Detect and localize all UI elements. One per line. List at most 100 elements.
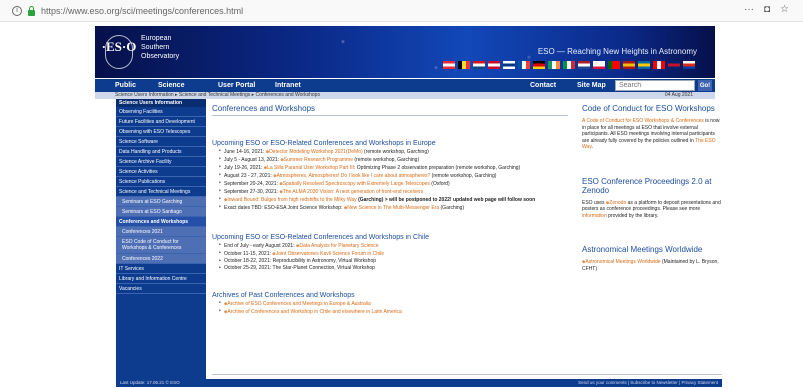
browser-url-bar[interactable]: i https://www.eso.org/sci/meetings/confe… — [0, 0, 803, 22]
sidebar-item[interactable]: Science Archive Facility — [116, 157, 206, 167]
nav-site-map[interactable]: Site Map — [577, 82, 606, 89]
main-content: Conferences and Workshops Upcoming ESO o… — [212, 104, 574, 316]
coc-end: . — [591, 144, 593, 150]
item-text: Exact dates TBD: ESO-ESA Joint Science W… — [224, 205, 344, 211]
language-flag-icon[interactable] — [503, 61, 515, 69]
sidebar-item[interactable]: Conferences 2022 — [116, 254, 206, 264]
nav-public[interactable]: Public — [115, 82, 136, 89]
bookmark-star-icon[interactable]: ☆ — [780, 4, 789, 15]
sidebar-item[interactable]: Science Publications — [116, 177, 206, 187]
item-link[interactable]: Spatially Resolved Spectroscopy with Ext… — [283, 181, 430, 187]
language-flag-icon[interactable] — [593, 61, 605, 69]
sidebar-item[interactable]: Conferences 2021 — [116, 227, 206, 237]
nav-intranet[interactable]: Intranet — [275, 82, 301, 89]
item-link[interactable]: New Science in The Multi-Messenger Era — [347, 205, 439, 211]
item-text: October 25-29, 2021: The Star-Planet Con… — [224, 265, 375, 271]
language-flag-icon[interactable] — [488, 61, 500, 69]
astro-title: Astronomical Meetings Worldwide — [582, 245, 703, 254]
language-flag-icon[interactable] — [548, 61, 560, 69]
sidebar-item[interactable]: Future Facilities and Development — [116, 117, 206, 127]
sidebar-item[interactable]: Conferences and Workshops — [116, 217, 206, 227]
language-flag-icon[interactable] — [623, 61, 635, 69]
page-title: Conferences and Workshops — [212, 104, 568, 116]
item-link[interactable]: La Silla Paranal User Workshop Part III — [267, 165, 354, 171]
item-link[interactable]: Summer Research Programme — [284, 157, 353, 163]
sidebar-item[interactable]: Data Handling and Products — [116, 147, 206, 157]
astro-link[interactable]: Astronomical Meetings Worldwide — [585, 259, 660, 265]
coc-title: Code of Conduct for ESO Workshops — [582, 104, 715, 113]
zenodo-end: provided by the library. — [606, 212, 659, 219]
zenodo-link[interactable]: Zenodo — [609, 200, 626, 206]
item-link[interactable]: Archive of Conferences and Workshop in C… — [227, 309, 401, 315]
chile-list-item: October 11-15, 2021: ⊕Joint Observatorie… — [219, 250, 574, 258]
breadcrumb-path[interactable]: Science Users Information ▸ Science and … — [115, 92, 320, 98]
logo-text: ·ES·O — [101, 39, 137, 54]
nav-user-portal[interactable]: User Portal — [218, 82, 255, 89]
url-text[interactable]: https://www.eso.org/sci/meetings/confere… — [41, 6, 243, 16]
info-icon[interactable]: i — [12, 5, 22, 16]
sidebar-item[interactable]: Seminars at ESO Santiago — [116, 207, 206, 217]
item-link[interactable]: Joint Observatories Kavli Science Forum … — [276, 251, 384, 257]
sidebar-item[interactable]: Seminars at ESO Garching — [116, 197, 206, 207]
sidebar-item[interactable]: Science Activities — [116, 167, 206, 177]
europe-list-item: June 14-16, 2021: ⊕Detector Modeling Wor… — [219, 148, 574, 156]
language-flag-icon[interactable] — [563, 61, 575, 69]
item-text: October 18-22, 2021: Reproducibility in … — [224, 258, 377, 264]
sidebar-item[interactable]: Science Software — [116, 137, 206, 147]
zenodo-text: ESO uses ⊕Zenodo as a platform to deposi… — [582, 200, 722, 220]
item-link[interactable]: The ALMA 2030 Vision: A next generation … — [283, 189, 424, 195]
nav-science[interactable]: Science — [158, 82, 184, 89]
top-navigation: Public Science User Portal Intranet Cont… — [95, 79, 715, 92]
search-input[interactable] — [615, 80, 695, 91]
item-link[interactable]: Archive of ESO Conferences and Meetings … — [227, 301, 370, 307]
sidebar-item[interactable]: Vacancies — [116, 284, 206, 294]
language-flags — [443, 61, 695, 69]
item-link[interactable]: Inward Bound: Bulges from high redshifts… — [227, 197, 356, 203]
europe-list-item: September 27-30, 2021: ⊕The ALMA 2030 Vi… — [219, 188, 574, 196]
language-flag-icon[interactable] — [518, 61, 530, 69]
language-flag-icon[interactable] — [638, 61, 650, 69]
pocket-icon[interactable]: ◘ — [764, 4, 770, 15]
item-link[interactable]: Detector Modeling Workshop 2021(DeMo) — [269, 149, 363, 155]
sidebar-item[interactable]: Observing with ESO Telescopes — [116, 127, 206, 137]
chile-list: End of July - early August 2021: ⊕Data A… — [212, 242, 574, 272]
footer: Last Update: 17.06.21 © ESO Send us your… — [116, 379, 722, 387]
language-flag-icon[interactable] — [608, 61, 620, 69]
language-flag-icon[interactable] — [683, 61, 695, 69]
sidebar-item[interactable]: ESO Code of Conduct for Workshops & Conf… — [116, 237, 206, 254]
sidebar-item[interactable]: Science and Technical Meetings — [116, 187, 206, 197]
item-link[interactable]: Atmospheres, Atmospheres! Do I look like… — [277, 173, 431, 179]
language-flag-icon[interactable] — [653, 61, 665, 69]
org-line: Observatory — [141, 53, 180, 60]
language-flag-icon[interactable] — [668, 61, 680, 69]
europe-list-item: Exact dates TBD: ESO-ESA Joint Science W… — [219, 204, 574, 212]
item-text: June 14-16, 2021: — [224, 149, 266, 155]
item-link[interactable]: Data Analysis for Planetary Science — [299, 243, 378, 249]
lock-icon — [28, 5, 35, 16]
sidebar-items: Observing Facilities Future Facilities an… — [116, 107, 206, 294]
org-line: Southern — [141, 44, 170, 51]
language-flag-icon[interactable] — [443, 61, 455, 69]
more-icon[interactable]: ··· — [744, 4, 754, 15]
sidebar: Science Users Information Observing Faci… — [116, 99, 206, 379]
information-link[interactable]: information — [582, 213, 607, 219]
coc-text: A Code of Conduct for ESO Workshops & Co… — [582, 118, 722, 151]
sidebar-item[interactable]: IT Services — [116, 264, 206, 274]
archives-section-title: Archives of Past Conferences and Worksho… — [212, 292, 355, 299]
right-column: Code of Conduct for ESO Workshops A Code… — [582, 104, 722, 272]
language-flag-icon[interactable] — [473, 61, 485, 69]
language-flag-icon[interactable] — [578, 61, 590, 69]
sidebar-item[interactable]: Library and Information Centre — [116, 274, 206, 284]
search-go-button[interactable]: Go! — [698, 80, 712, 91]
breadcrumb: Science Users Information ▸ Science and … — [95, 92, 715, 99]
language-flag-icon[interactable] — [533, 61, 545, 69]
nav-contact[interactable]: Contact — [530, 82, 556, 89]
sidebar-item[interactable]: Observing Facilities — [116, 107, 206, 117]
language-flag-icon[interactable] — [458, 61, 470, 69]
item-text: October 11-15, 2021: — [224, 251, 273, 257]
eso-logo[interactable]: ·ES·O — [101, 32, 137, 72]
item-text: (Garching) — [439, 205, 465, 211]
coc-link[interactable]: A Code of Conduct for ESO Workshops & Co… — [582, 118, 704, 124]
item-text: : Optimizing Phase 2 observation prepara… — [354, 165, 521, 171]
footer-links[interactable]: Send us your comments | Subscribe to New… — [578, 379, 718, 387]
